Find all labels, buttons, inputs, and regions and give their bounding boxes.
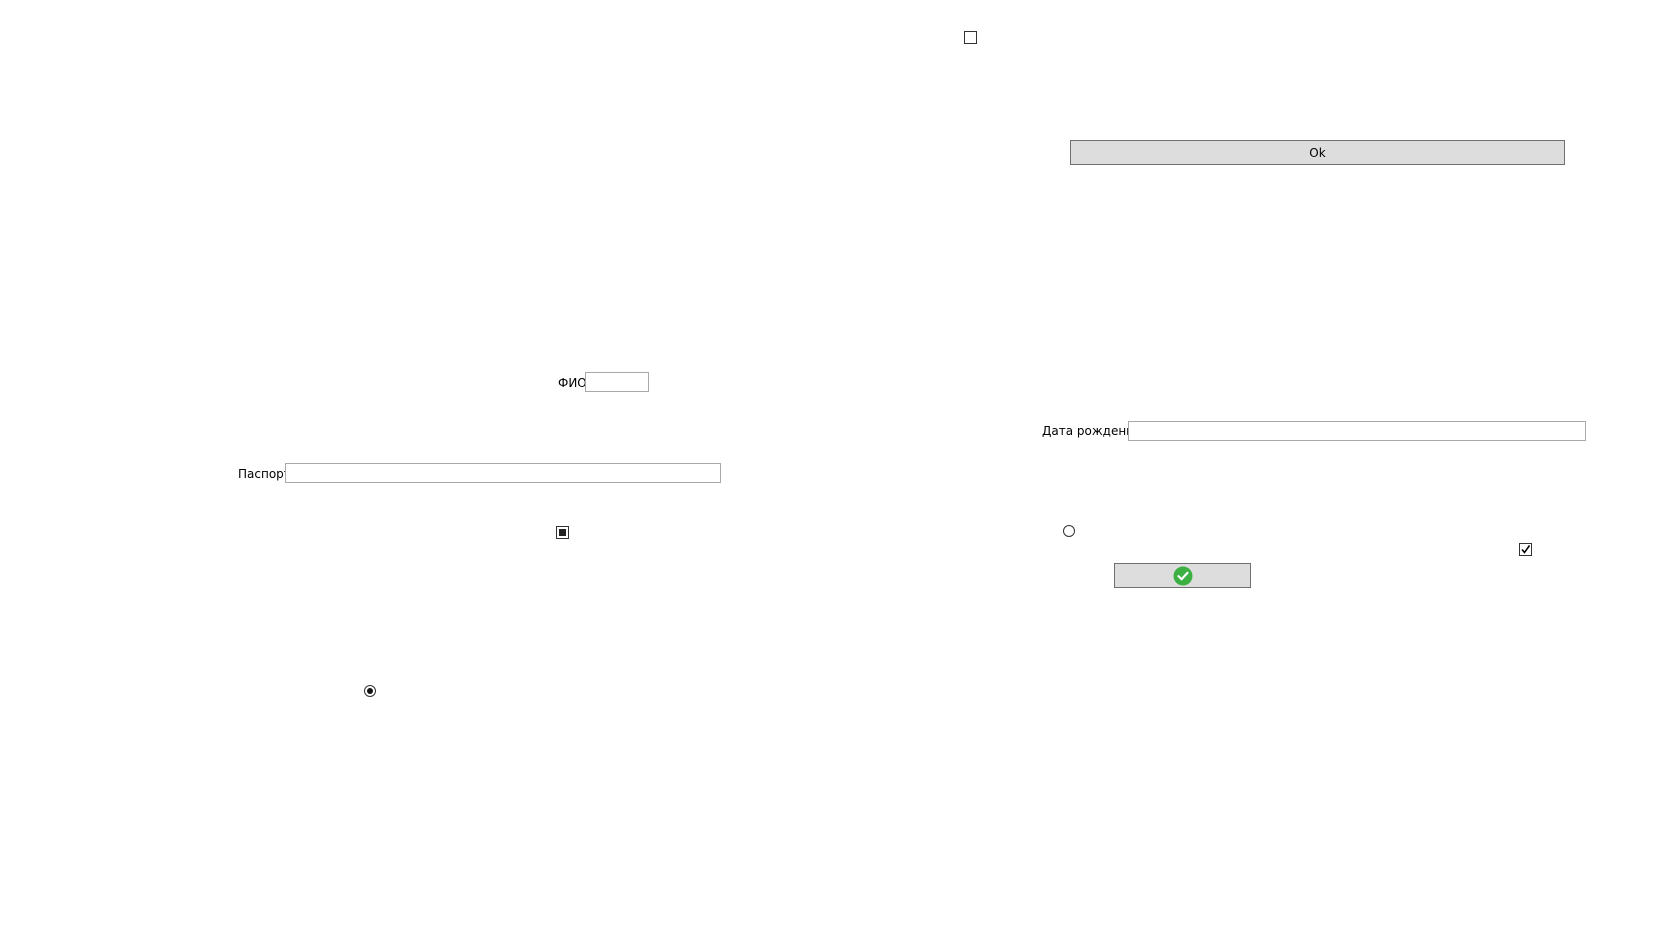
fio-label: ФИО [558, 376, 587, 390]
checkmark-icon [1521, 545, 1531, 554]
checkbox-top[interactable] [964, 31, 977, 44]
radio-left[interactable] [364, 685, 376, 697]
checkbox-left[interactable] [556, 526, 569, 539]
ok-button-label: Ok [1309, 145, 1326, 160]
passport-label: Паспорт [238, 467, 291, 481]
green-check-circle-icon [1173, 566, 1192, 585]
birthdate-label: Дата рождения [1042, 424, 1142, 438]
confirm-button[interactable] [1114, 563, 1251, 588]
checkbox-right[interactable] [1519, 543, 1532, 556]
passport-input[interactable] [285, 463, 721, 483]
ok-button[interactable]: Ok [1070, 140, 1565, 165]
fio-input[interactable] [585, 372, 649, 392]
birthdate-input[interactable] [1128, 421, 1586, 441]
radio-right[interactable] [1063, 525, 1075, 537]
